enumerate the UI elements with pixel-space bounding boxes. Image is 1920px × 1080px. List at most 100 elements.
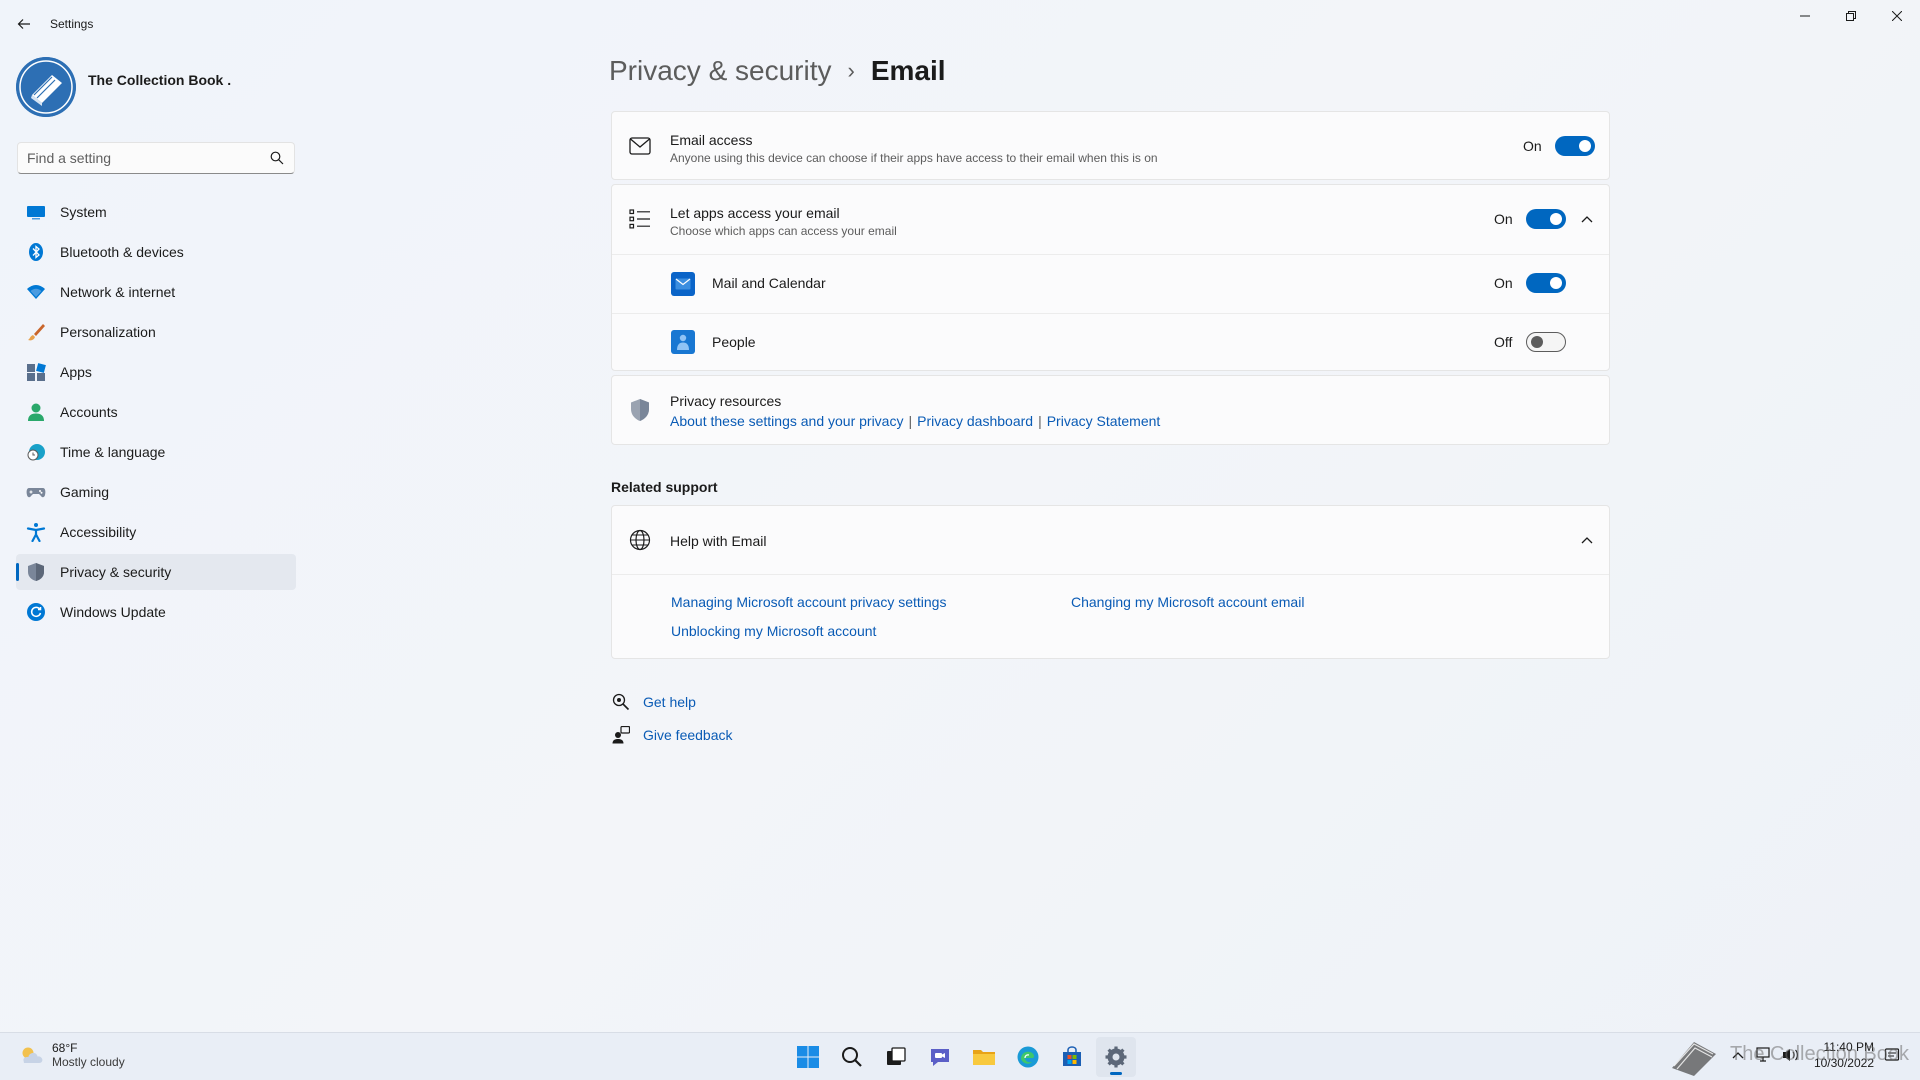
email-access-toggle[interactable] [1555, 136, 1595, 156]
give-feedback-label: Give feedback [643, 727, 733, 743]
sidebar-item-label: Apps [60, 364, 92, 380]
shield-icon [628, 398, 652, 422]
privacy-dashboard-link[interactable]: Privacy dashboard [917, 413, 1033, 429]
wifi-icon [26, 282, 46, 302]
get-help-icon [611, 692, 631, 712]
sidebar-item-gaming[interactable]: Gaming [16, 474, 296, 510]
system-icon [26, 202, 46, 222]
get-help-link[interactable]: Get help [611, 692, 696, 712]
back-arrow-icon [17, 19, 30, 29]
weather-desc: Mostly cloudy [52, 1055, 125, 1069]
help-with-email-card: Help with Email Managing Microsoft accou… [611, 505, 1610, 659]
sidebar-item-apps[interactable]: Apps [16, 354, 296, 390]
sidebar-item-privacy-security[interactable]: Privacy & security [16, 554, 296, 590]
store-icon [1063, 1046, 1081, 1066]
taskbar: 68°F Mostly cloudy 11:40 PM 10/30/2022 [0, 1032, 1920, 1080]
help-with-email-title: Help with Email [670, 533, 767, 549]
sidebar-item-system[interactable]: System [16, 194, 296, 230]
help-link-change-email[interactable]: Changing my Microsoft account email [1071, 594, 1304, 610]
edge-icon [1017, 1046, 1039, 1068]
sidebar-nav: System Bluetooth & devices Network & int… [16, 194, 296, 634]
let-apps-state: On [1494, 211, 1513, 227]
edge-button[interactable] [1008, 1037, 1048, 1077]
file-explorer-button[interactable] [964, 1037, 1004, 1077]
chat-icon [931, 1049, 949, 1066]
folder-icon [973, 1050, 995, 1065]
privacy-links: About these settings and your privacy | … [670, 413, 1160, 429]
breadcrumb-parent[interactable]: Privacy & security [609, 55, 832, 87]
related-support-heading: Related support [611, 479, 718, 495]
sidebar-item-label: Bluetooth & devices [60, 244, 184, 260]
update-icon [26, 602, 46, 622]
app-name: People [712, 334, 756, 350]
close-button[interactable] [1874, 0, 1920, 32]
weather-temp: 68°F [52, 1041, 78, 1055]
chat-button[interactable] [920, 1037, 960, 1077]
sidebar-item-personalization[interactable]: Personalization [16, 314, 296, 350]
sidebar-item-label: Privacy & security [60, 564, 172, 580]
sidebar-item-label: Accounts [60, 404, 118, 420]
bluetooth-icon [26, 242, 46, 262]
minimize-button[interactable] [1782, 0, 1828, 32]
sidebar-item-time-language[interactable]: Time & language [16, 434, 296, 470]
restore-button[interactable] [1828, 0, 1874, 32]
search-icon[interactable] [270, 151, 284, 165]
windows-logo-icon [797, 1046, 819, 1068]
help-with-email-row[interactable]: Help with Email [612, 506, 1609, 574]
divider [612, 574, 1609, 575]
help-link-privacy-settings[interactable]: Managing Microsoft account privacy setti… [671, 594, 946, 610]
chevron-up-icon [1581, 216, 1593, 223]
people-toggle[interactable] [1526, 332, 1566, 352]
sidebar-item-label: Network & internet [60, 284, 176, 300]
mail-calendar-toggle[interactable] [1526, 273, 1566, 293]
close-icon [1892, 11, 1902, 21]
collapse-button[interactable] [1575, 207, 1599, 231]
sidebar-item-label: Time & language [60, 444, 166, 460]
avatar[interactable] [16, 57, 76, 117]
email-access-subtitle: Anyone using this device can choose if t… [670, 151, 1158, 165]
book-logo-icon [16, 57, 76, 117]
title-bar: Settings [0, 0, 1920, 48]
chevron-up-icon [1581, 537, 1593, 544]
privacy-about-link[interactable]: About these settings and your privacy [670, 413, 903, 429]
profile-name[interactable]: The Collection Book . [88, 72, 231, 88]
privacy-statement-link[interactable]: Privacy Statement [1047, 413, 1161, 429]
sidebar-item-accounts[interactable]: Accounts [16, 394, 296, 430]
let-apps-subtitle: Choose which apps can access your email [670, 224, 897, 238]
back-button[interactable] [10, 10, 38, 38]
app-state: Off [1494, 334, 1513, 350]
link-separator: | [1038, 413, 1042, 429]
taskbar-apps [788, 1037, 1140, 1077]
search-box[interactable] [17, 142, 295, 174]
link-separator: | [908, 413, 913, 429]
sidebar-item-bluetooth[interactable]: Bluetooth & devices [16, 234, 296, 270]
search-input[interactable] [27, 143, 257, 173]
help-link-unblocking[interactable]: Unblocking my Microsoft account [671, 623, 876, 639]
book-watermark-icon [1672, 1042, 1716, 1076]
give-feedback-link[interactable]: Give feedback [611, 725, 733, 745]
task-view-button[interactable] [876, 1037, 916, 1077]
settings-taskbar-button[interactable] [1096, 1037, 1136, 1077]
let-apps-access-row[interactable]: Let apps access your email Choose which … [612, 185, 1609, 253]
app-row-people: People Off [612, 314, 1609, 372]
page-title: Email [870, 55, 946, 86]
breadcrumb-separator: › [847, 58, 855, 83]
let-apps-toggle[interactable] [1526, 209, 1566, 229]
sidebar-item-network[interactable]: Network & internet [16, 274, 296, 310]
store-button[interactable] [1052, 1037, 1092, 1077]
sidebar-item-accessibility[interactable]: Accessibility [16, 514, 296, 550]
sidebar-item-windows-update[interactable]: Windows Update [16, 594, 296, 630]
get-help-label: Get help [643, 694, 696, 710]
weather-widget[interactable]: 68°F Mostly cloudy [18, 1041, 125, 1069]
restore-icon [1846, 11, 1856, 21]
minimize-icon [1800, 15, 1810, 17]
sidebar-item-label: Accessibility [60, 524, 137, 540]
watermark-text: The Collection Book [1730, 1043, 1909, 1065]
taskbar-search-button[interactable] [832, 1037, 872, 1077]
clock-globe-icon [26, 442, 46, 462]
sidebar-item-label: Gaming [60, 484, 110, 500]
collapse-button[interactable] [1575, 528, 1599, 552]
start-button[interactable] [788, 1037, 828, 1077]
email-access-state: On [1523, 138, 1542, 154]
accessibility-icon [26, 522, 46, 542]
